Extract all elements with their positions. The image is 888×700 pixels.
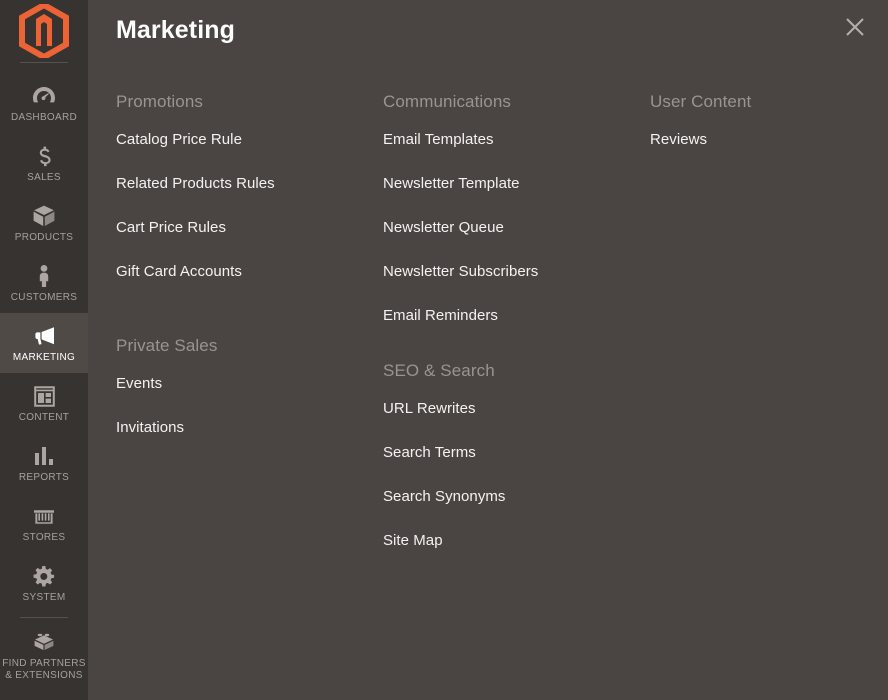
menu-link-related-products-rules[interactable]: Related Products Rules — [116, 175, 383, 193]
sidebar-item-label: CONTENT — [18, 412, 70, 423]
bar-chart-icon — [32, 444, 56, 468]
menu-columns: Promotions Catalog Price Rule Related Pr… — [88, 56, 888, 560]
menu-link-newsletter-template[interactable]: Newsletter Template — [383, 175, 650, 193]
menu-column-2: Communications Email Templates Newslette… — [383, 92, 650, 560]
close-button[interactable] — [840, 12, 870, 42]
sidebar-divider-bottom — [20, 617, 68, 618]
menu-group-items: Reviews — [650, 131, 880, 149]
megaphone-icon — [32, 324, 56, 348]
menu-link-search-terms[interactable]: Search Terms — [383, 444, 650, 462]
menu-group-title: User Content — [650, 92, 752, 111]
menu-column-1: Promotions Catalog Price Rule Related Pr… — [116, 92, 383, 560]
menu-group-title: Private Sales — [116, 336, 218, 355]
sidebar-item-label: SALES — [27, 172, 61, 183]
menu-column-3: User Content Reviews — [650, 92, 880, 560]
menu-group-title: SEO & Search — [383, 361, 495, 380]
menu-group-items: Email Templates Newsletter Template News… — [383, 131, 650, 325]
sidebar-item-label: SYSTEM — [22, 592, 66, 603]
menu-link-url-rewrites[interactable]: URL Rewrites — [383, 400, 650, 418]
close-x-icon — [844, 16, 866, 38]
magento-logo-icon — [19, 4, 69, 58]
menu-group-items: URL Rewrites Search Terms Search Synonym… — [383, 400, 650, 550]
page-title: Marketing — [116, 15, 235, 44]
menu-group-seo-search: SEO & Search URL Rewrites Search Terms S… — [383, 361, 650, 550]
panel-header: Marketing — [88, 0, 888, 56]
menu-link-newsletter-subscribers[interactable]: Newsletter Subscribers — [383, 263, 650, 281]
box-icon — [32, 204, 56, 228]
marketing-menu-panel: Marketing Promotions Catalog Price Rule … — [88, 0, 888, 700]
dashboard-gauge-icon — [32, 84, 56, 108]
sidebar-item-find-partners-extensions[interactable]: FIND PARTNERS & EXTENSIONS — [0, 624, 88, 686]
sidebar-item-reports[interactable]: REPORTS — [0, 433, 88, 493]
sidebar-item-label: STORES — [22, 532, 66, 543]
storefront-icon — [32, 504, 56, 528]
menu-link-cart-price-rules[interactable]: Cart Price Rules — [116, 219, 383, 237]
menu-link-gift-card-accounts[interactable]: Gift Card Accounts — [116, 263, 383, 281]
menu-link-search-synonyms[interactable]: Search Synonyms — [383, 488, 650, 506]
menu-group-title: Promotions — [116, 92, 203, 111]
menu-link-invitations[interactable]: Invitations — [116, 419, 383, 437]
admin-sidebar: DASHBOARD SALES PRODUCTS CUSTOMERS MARKE… — [0, 0, 88, 700]
layout-page-icon — [32, 384, 56, 408]
menu-link-email-templates[interactable]: Email Templates — [383, 131, 650, 149]
menu-link-email-reminders[interactable]: Email Reminders — [383, 307, 650, 325]
menu-group-communications: Communications Email Templates Newslette… — [383, 92, 650, 325]
menu-group-private-sales: Private Sales Events Invitations — [116, 336, 383, 437]
menu-link-events[interactable]: Events — [116, 375, 383, 393]
gear-icon — [32, 564, 56, 588]
sidebar-item-customers[interactable]: CUSTOMERS — [0, 253, 88, 313]
sidebar-item-dashboard[interactable]: DASHBOARD — [0, 73, 88, 133]
sidebar-item-sales[interactable]: SALES — [0, 133, 88, 193]
dollar-sign-icon — [32, 144, 56, 168]
menu-link-reviews[interactable]: Reviews — [650, 131, 880, 149]
sidebar-item-stores[interactable]: STORES — [0, 493, 88, 553]
menu-group-user-content: User Content Reviews — [650, 92, 880, 149]
sidebar-footer-label-line1: FIND PARTNERS — [2, 658, 86, 669]
menu-link-catalog-price-rule[interactable]: Catalog Price Rule — [116, 131, 383, 149]
sidebar-item-system[interactable]: SYSTEM — [0, 553, 88, 613]
sidebar-item-content[interactable]: CONTENT — [0, 373, 88, 433]
sidebar-item-label: DASHBOARD — [10, 112, 78, 123]
magento-logo[interactable] — [0, 0, 88, 62]
menu-group-items: Catalog Price Rule Related Products Rule… — [116, 131, 383, 281]
menu-group-promotions: Promotions Catalog Price Rule Related Pr… — [116, 92, 383, 281]
sidebar-item-label: PRODUCTS — [14, 232, 74, 243]
sidebar-item-marketing[interactable]: MARKETING — [0, 313, 88, 373]
sidebar-item-label: CUSTOMERS — [10, 292, 78, 303]
menu-group-title: Communications — [383, 92, 512, 111]
menu-link-site-map[interactable]: Site Map — [383, 532, 650, 550]
sidebar-item-label: MARKETING — [12, 352, 76, 363]
lego-brick-icon — [32, 630, 56, 654]
sidebar-divider-top — [20, 62, 68, 63]
person-icon — [32, 264, 56, 288]
sidebar-item-label: REPORTS — [18, 472, 70, 483]
sidebar-item-products[interactable]: PRODUCTS — [0, 193, 88, 253]
magento-admin-marketing-menu: DASHBOARD SALES PRODUCTS CUSTOMERS MARKE… — [0, 0, 888, 700]
menu-group-items: Events Invitations — [116, 375, 383, 437]
menu-link-newsletter-queue[interactable]: Newsletter Queue — [383, 219, 650, 237]
sidebar-footer-label-line2: & EXTENSIONS — [5, 670, 83, 681]
